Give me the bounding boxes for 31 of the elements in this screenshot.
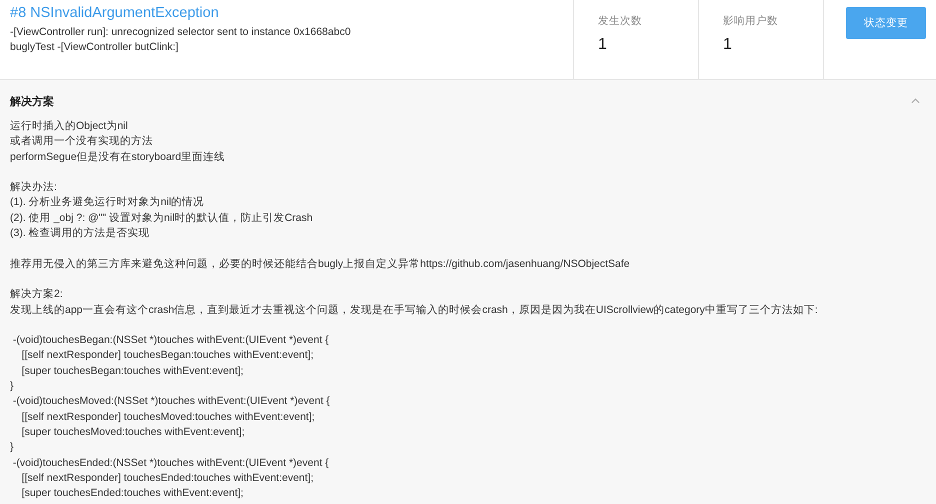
collapse-icon[interactable] bbox=[911, 98, 920, 104]
text-line: } bbox=[10, 440, 15, 456]
text-line: 或者调用一个没有实现的方法 bbox=[10, 134, 154, 150]
section-title: 解决方案 bbox=[10, 94, 54, 108]
text-line: performSegue但是没有在storyboard里面连线 bbox=[10, 150, 226, 165]
text-line: 推荐用无侵入的第三方库来避免这种问题，必要的时候还能结合bugly上报自定义异常https://github.com/jasenhuang/NSObjectSafe bbox=[10, 256, 631, 272]
text-line: -(void)touchesBegan:(NSSet *)touches withEvent:(UIEvent *)event { bbox=[12, 333, 330, 348]
text-line: -(void)touchesEnded:(NSSet *)touches withEvent:(UIEvent *)event { bbox=[12, 456, 330, 471]
text-line: } bbox=[10, 379, 15, 394]
error-detail: -[ViewController run]: unrecognized selector sent to instance 0x1668abc0 bbox=[10, 25, 352, 40]
error-detail: buglyTest -[ViewController butClink:] bbox=[10, 40, 180, 55]
stat-value: 1 bbox=[723, 36, 732, 54]
text-line: [super touchesMoved:touches withEvent:event]; bbox=[20, 424, 246, 440]
text-line: (2). 使用 _obj ?: @"" 设置对象为nil时的默认值，防止引发Crash bbox=[10, 210, 314, 226]
text-line: [super touchesEnded:touches withEvent:event]; bbox=[20, 486, 244, 502]
text-line: 运行时插入的Object为nil bbox=[10, 119, 129, 134]
stat-value: 1 bbox=[598, 36, 607, 54]
text-line: [[self nextResponder] touchesEnded:touches withEvent:event]; bbox=[20, 470, 315, 486]
text-line: 解决办法: bbox=[10, 180, 58, 196]
stat-label: 发生次数 bbox=[598, 14, 642, 28]
text-line: (1). 分析业务避免运行时对象为nil的情况 bbox=[10, 195, 206, 210]
text-line: [[self nextResponder] touchesMoved:touches withEvent:event]; bbox=[20, 410, 316, 425]
stat-label: 影响用户数 bbox=[723, 14, 778, 28]
text-line: (3). 检查调用的方法是否实现 bbox=[10, 226, 151, 242]
status-change-button[interactable]: 状态变更 bbox=[846, 7, 926, 39]
text-line: 解决方案2: bbox=[10, 287, 64, 302]
text-line: -(void)touchesMoved:(NSSet *)touches withEvent:(UIEvent *)event { bbox=[12, 394, 331, 410]
text-line: [[self nextResponder] touchesBegan:touches withEvent:event]; bbox=[20, 348, 315, 364]
text-line: 发现上线的app一直会有这个crash信息，直到最近才去重视这个问题，发现是在手写输入的时候会crash，原因是因为我在UIScrollview的category中重写了三个方法如下: bbox=[10, 302, 819, 318]
issue-title: #8 NSInvalidArgumentException bbox=[10, 4, 220, 22]
text-line: [super touchesBegan:touches withEvent:event]; bbox=[20, 364, 244, 379]
